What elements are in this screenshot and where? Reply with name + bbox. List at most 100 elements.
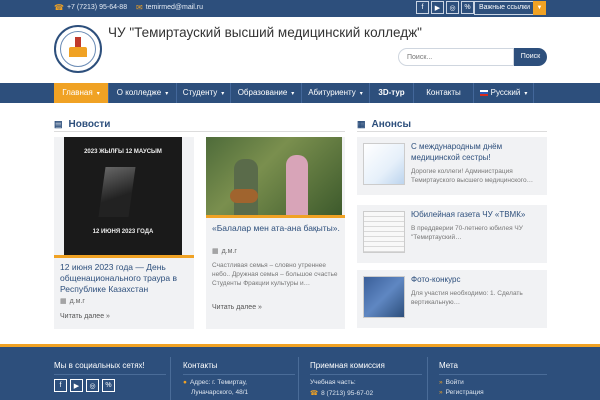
- chevron-down-icon: ▾: [359, 91, 363, 97]
- footer: Мы в социальных сетях! f ▶ ◎ % Контакты …: [0, 344, 600, 400]
- news-excerpt: Счастливая семья – словно утреннее небо.…: [212, 262, 338, 287]
- admission-phone[interactable]: ☎ 8 (7213) 95-67-02: [310, 389, 373, 397]
- author-name: д.м.г: [221, 248, 237, 255]
- nav-item-label: Студенту: [182, 88, 218, 97]
- footer-address: ● Адрес: г. Темиртау,: [183, 379, 247, 386]
- news-title[interactable]: 12 июня 2023 года — День общенационально…: [60, 262, 190, 295]
- footer-separator: [427, 357, 428, 400]
- announce-thumbnail[interactable]: [363, 143, 405, 185]
- photo-person: [286, 155, 308, 215]
- youtube-icon[interactable]: ▶: [70, 379, 83, 392]
- email-contact[interactable]: ✉ temirmed@mail.ru: [136, 3, 203, 12]
- search-input[interactable]: [398, 48, 514, 66]
- college-logo[interactable]: [54, 25, 102, 73]
- footer-meta-title: Мета: [439, 361, 458, 370]
- chevron-down-icon: ▼: [533, 1, 546, 15]
- map-marker-icon: ●: [183, 379, 187, 386]
- news-title[interactable]: «Балалар мен ата-ана бақыты».: [212, 223, 340, 234]
- chevron-down-icon: ▾: [291, 91, 295, 97]
- announce-excerpt: Для участия необходимо: 1. Сделать верти…: [411, 290, 523, 306]
- image-accent-bar: [206, 215, 345, 218]
- important-links-label: Важные ссылки: [479, 4, 531, 11]
- nav-item-student[interactable]: Студенту ▾: [177, 83, 231, 103]
- address-line: Адрес: г. Темиртау,: [189, 379, 247, 386]
- top-bar: ☎ +7 (7213) 95-64-88 ✉ temirmed@mail.ru …: [0, 0, 600, 17]
- image-accent-bar: [54, 255, 194, 258]
- chevron-down-icon: ▾: [221, 91, 225, 97]
- footer-address-line2: Луначарского, 48/1: [191, 389, 249, 396]
- footer-admission-title: Приемная комиссия: [310, 361, 385, 370]
- news-author: ▦ д.м.г: [60, 297, 85, 305]
- important-links-dropdown[interactable]: Важные ссылки ▼: [474, 1, 546, 15]
- announce-thumbnail[interactable]: [363, 276, 405, 318]
- nav-item-3d-tour[interactable]: 3D-тур: [370, 83, 414, 103]
- phone-icon: ☎: [310, 390, 319, 397]
- announce-title[interactable]: С международным днём медицинской сестры!: [411, 141, 545, 163]
- nav-item-contacts[interactable]: Контакты: [414, 83, 474, 103]
- nav-item-education[interactable]: Образование ▾: [231, 83, 302, 103]
- news-section-title: ▤ Новости: [54, 119, 110, 130]
- footer-social-links: f ▶ ◎ %: [54, 379, 115, 392]
- chevron-down-icon: ▾: [165, 91, 169, 97]
- news-image-family[interactable]: [206, 137, 342, 215]
- calendar-icon: ▦: [357, 119, 366, 129]
- news-card: «Балалар мен ата-ана бақыты». ▦ д.м.г Сча…: [206, 137, 345, 329]
- flag-graphic: [98, 167, 136, 217]
- photo-person: [234, 159, 258, 215]
- announce-item: С международным днём медицинской сестры!…: [357, 137, 547, 195]
- link-icon[interactable]: %: [461, 1, 474, 14]
- nav-item-label: 3D-тур: [378, 88, 405, 97]
- nav-item-label: Русский: [490, 88, 521, 97]
- phone-number: 8 (7213) 95-67-02: [321, 390, 374, 397]
- meta-link-login[interactable]: » Войти: [439, 379, 464, 386]
- phone-icon: ☎: [54, 3, 64, 12]
- instagram-icon[interactable]: ◎: [86, 379, 99, 392]
- nav-item-label: Главная: [62, 88, 93, 97]
- meta-link-register[interactable]: » Регистрация: [439, 389, 484, 396]
- photo-guitar: [230, 189, 258, 203]
- meta-link-label: Регистрация: [445, 389, 484, 396]
- top-social-links: f ▶ ◎ %: [416, 1, 474, 14]
- announce-thumbnail[interactable]: [363, 211, 405, 253]
- calendar-icon: ▦: [60, 298, 67, 305]
- footer-separator: [170, 357, 171, 400]
- chevron-down-icon: ▾: [96, 91, 100, 97]
- link-icon[interactable]: %: [102, 379, 115, 392]
- read-more-link[interactable]: Читать далее »: [212, 304, 262, 311]
- envelope-icon: ✉: [136, 3, 143, 12]
- nav-item-label: Абитуриенту: [308, 88, 356, 97]
- logo-book: [69, 47, 87, 57]
- news-heading[interactable]: Новости: [69, 119, 111, 130]
- footer-separator: [298, 357, 299, 400]
- site-title[interactable]: ЧУ "Темиртауский высший медицинский колл…: [108, 25, 422, 40]
- calendar-icon: ▦: [212, 248, 219, 255]
- nav-item-label: Контакты: [426, 88, 461, 97]
- footer-contacts-title: Контакты: [183, 361, 218, 370]
- announces-section-title: ▦ Анонсы: [357, 119, 411, 130]
- meta-link-label: Войти: [445, 379, 464, 386]
- announce-excerpt: Дорогие коллеги! Администрация Темиртаус…: [411, 168, 534, 184]
- nav-item-language[interactable]: Русский ▾: [474, 83, 534, 103]
- main-navigation: Главная ▾ О колледже ▾ Студенту ▾ Образован…: [0, 83, 600, 103]
- search-button[interactable]: Поиск: [514, 48, 547, 66]
- chevron-down-icon: ▾: [524, 91, 528, 97]
- chevron-right-icon: »: [439, 379, 443, 386]
- announce-title[interactable]: Юбилейная газета ЧУ «ТВМК»: [411, 209, 545, 220]
- nav-item-label: Образование: [237, 88, 288, 97]
- youtube-icon[interactable]: ▶: [431, 1, 444, 14]
- news-image-mourning[interactable]: 2023 ЖЫЛҒЫ 12 МАУСЫМ 12 ИЮНЯ 2023 ГОДА: [64, 137, 182, 255]
- announces-heading[interactable]: Анонсы: [372, 119, 412, 130]
- nav-item-about[interactable]: О колледже ▾: [109, 83, 177, 103]
- announce-title[interactable]: Фото-конкурс: [411, 274, 545, 285]
- nav-item-home[interactable]: Главная ▾: [54, 83, 109, 103]
- phone-contact[interactable]: ☎ +7 (7213) 95-64-88: [54, 3, 127, 12]
- instagram-icon[interactable]: ◎: [446, 1, 459, 14]
- read-more-link[interactable]: Читать далее »: [60, 313, 110, 320]
- announce-excerpt: В преддверии 70-летнего юбилея ЧУ "Темир…: [411, 225, 523, 241]
- footer-divider: [310, 374, 422, 375]
- footer-divider: [439, 374, 547, 375]
- facebook-icon[interactable]: f: [416, 1, 429, 14]
- facebook-icon[interactable]: f: [54, 379, 67, 392]
- nav-item-applicant[interactable]: Абитуриенту ▾: [302, 83, 370, 103]
- news-card: 2023 ЖЫЛҒЫ 12 МАУСЫМ 12 ИЮНЯ 2023 ГОДА 1…: [54, 137, 194, 329]
